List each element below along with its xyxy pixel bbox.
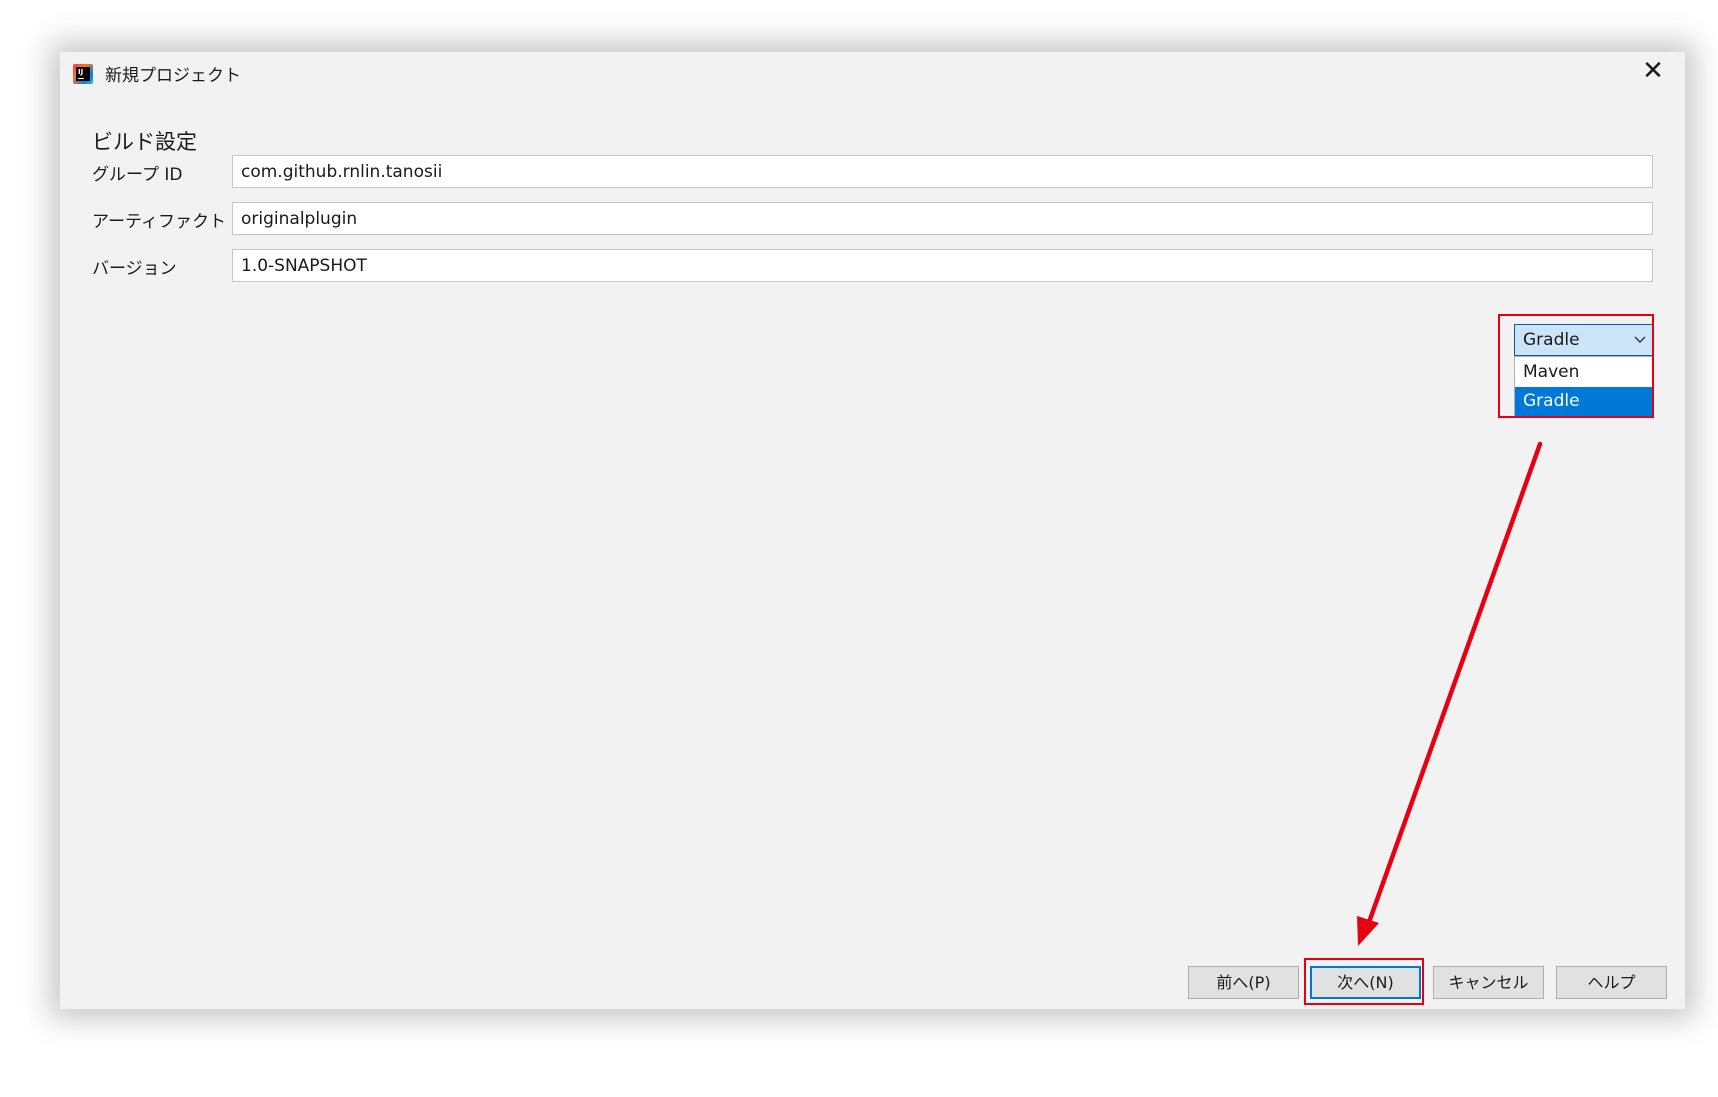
title-bar: IJ 新規プロジェクト ✕ bbox=[60, 52, 1685, 92]
close-icon[interactable]: ✕ bbox=[1639, 58, 1667, 86]
new-project-dialog: IJ 新規プロジェクト ✕ ビルド設定 グループ ID アーティファクト ID … bbox=[60, 52, 1685, 1009]
artifact-id-field[interactable] bbox=[232, 202, 1653, 235]
group-id-label: グループ ID bbox=[92, 165, 183, 185]
section-title: ビルド設定 bbox=[92, 130, 197, 154]
cancel-button[interactable]: キャンセル bbox=[1433, 966, 1544, 999]
app-icon-text: IJ bbox=[76, 67, 90, 81]
window-title: 新規プロジェクト bbox=[105, 66, 241, 86]
group-id-field[interactable] bbox=[232, 155, 1653, 188]
dropdown-highlight-box bbox=[1498, 314, 1654, 418]
next-button-highlight-box bbox=[1304, 958, 1424, 1005]
intellij-idea-icon: IJ bbox=[73, 64, 93, 84]
artifact-id-label: アーティファクト ID bbox=[92, 212, 250, 232]
help-button[interactable]: ヘルプ bbox=[1556, 966, 1667, 999]
version-label: バージョン bbox=[92, 259, 177, 279]
version-field[interactable] bbox=[232, 249, 1653, 282]
previous-button[interactable]: 前へ(P) bbox=[1188, 966, 1299, 999]
